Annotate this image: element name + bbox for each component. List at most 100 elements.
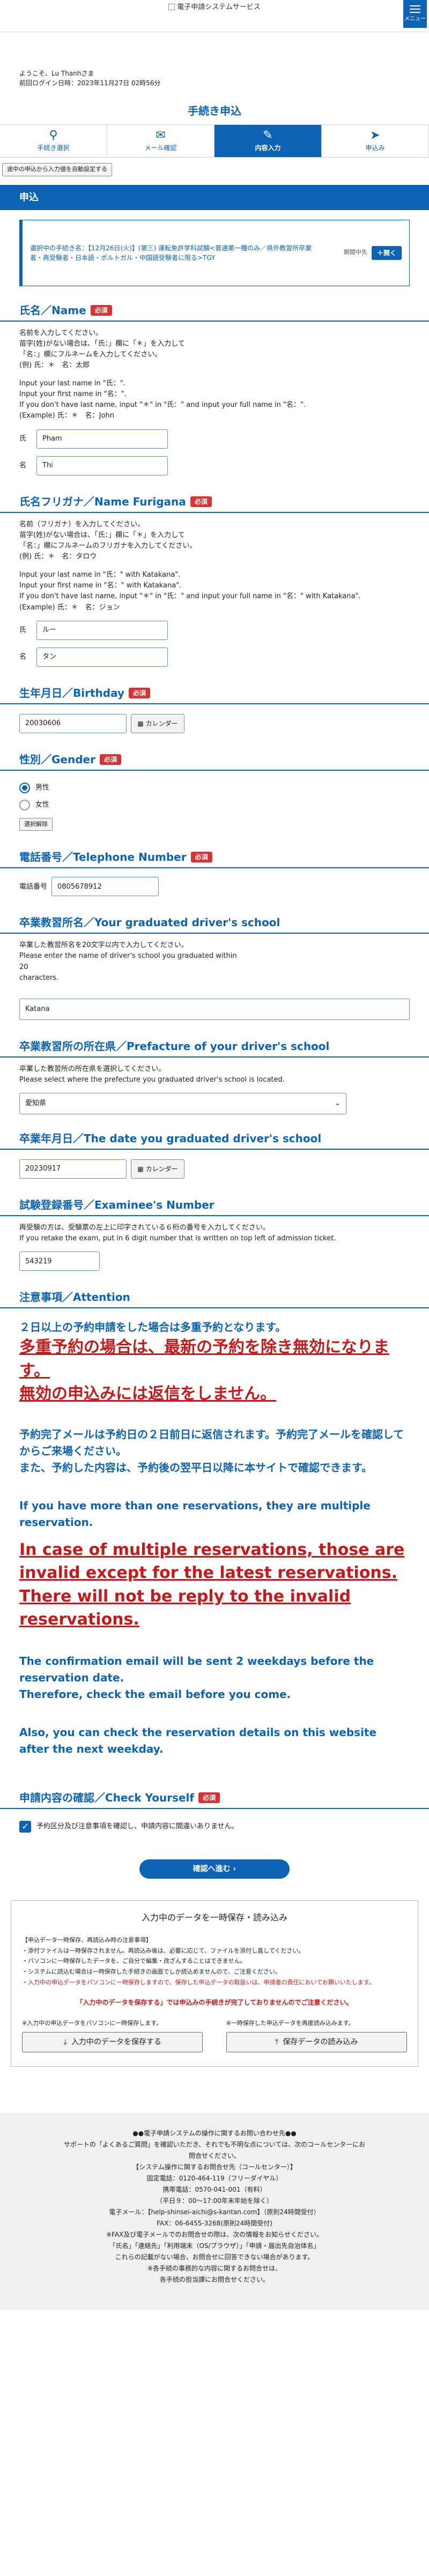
prefecture-field: 卒業教習所の所在県／Prefacture of your driver's sc… xyxy=(0,1038,429,1115)
note-line: ・入力中の申込データをパソコンに一時保存しますので、保存した申込データの取扱いは… xyxy=(22,1979,375,1986)
desc-line: 「名：」欄にフルネームのフリガナを入力してください。 xyxy=(19,541,197,550)
field-description: 再受験の方は、受験票の左上に印字されている６桁の番号を入力してください。 If … xyxy=(19,1223,410,1244)
attention-text: ２日以上の予約申請をした場合は多重予約となります。 xyxy=(19,1321,286,1334)
field-title: 卒業教習所の所在県／Prefacture of your driver's sc… xyxy=(0,1038,429,1058)
desc-line: characters. xyxy=(19,973,59,982)
note-line: 【申込データ一時保存、再読込み時の注意事項】 xyxy=(22,1936,152,1944)
attention-field: 注意事項／Attention xyxy=(0,1289,429,1309)
first-name-input[interactable]: Thi xyxy=(36,456,168,475)
step-label: 手続き選択 xyxy=(37,144,70,152)
note-line: ・パソコンに一時保存したデータを、ご自分で編集・改ざんすることはできません。 xyxy=(22,1957,246,1965)
birthday-calendar-button[interactable]: ▦ カレンダー xyxy=(131,713,184,733)
desc-line: If you retake the exam, put in 6 digit n… xyxy=(19,1234,336,1243)
temp-save-title: 入力中のデータを一時保存・読み込み xyxy=(141,1912,287,1923)
save-data-button[interactable]: ⤓ 入力中のデータを保存する xyxy=(22,2032,203,2053)
note-line: ・システムに読込む場合は一時保存した手続きの画面でしか読込めませんので、ご注意く… xyxy=(22,1968,281,1976)
footer-line: ※各手続の事務的な内容に関するお問合せは、 xyxy=(147,2265,282,2273)
confirm-checkbox[interactable]: ✓ xyxy=(19,1820,31,1833)
pencil-icon: ✎ xyxy=(263,129,273,142)
field-title-text: 性別／Gender xyxy=(19,753,95,766)
last-name-kana-input[interactable]: ルー xyxy=(36,620,168,640)
footer-contact: ●●電子申請システムの操作に関するお問い合わせ先●● サポートの「よくあるご質問… xyxy=(0,2113,429,2311)
attention-text: The confirmation email will be sent 2 we… xyxy=(19,1654,374,1684)
footer-line: これらの記載がない場合、お問合せに回答できない場合があります。 xyxy=(115,2253,314,2261)
attention-warning: There will not be reply to the invalid r… xyxy=(19,1587,351,1629)
desc-line: 卒業した教習所名を20文字以内で入力してください。 xyxy=(19,941,188,950)
menu-button[interactable]: メニュー xyxy=(403,0,427,28)
prefecture-select[interactable]: 愛知県 ⌄ xyxy=(19,1093,346,1115)
school-name-input[interactable]: Katana xyxy=(19,998,410,1020)
period-label: 期間中先 xyxy=(343,249,367,256)
procedure-name: 選択中の手続き名：【12月26日(火)】(第三) 運転免許学科試験<普通第一種の… xyxy=(30,244,312,262)
phone-input[interactable]: 0805678912 xyxy=(51,877,159,897)
field-title-text: 電話番号／Telephone Number xyxy=(19,851,187,864)
search-icon: ⚲ xyxy=(49,129,58,142)
gender-radio-male[interactable] xyxy=(19,782,30,793)
last-name-label: 氏 xyxy=(19,434,27,443)
proceed-to-confirm-button[interactable]: 確認へ進む › xyxy=(139,1859,290,1879)
field-title: 試験登録番号／Examinee's Number xyxy=(0,1197,429,1217)
clear-selection-button[interactable]: 選択解除 xyxy=(19,817,53,831)
temp-save-notes: 【申込データ一時保存、再読込み時の注意事項】 ・添付ファイルは一時保存されません… xyxy=(22,1935,407,1988)
footer-line: 「氏名」「連絡先」「利用端末（OS/ブラウザ）」「申請・届出先自治体名」 xyxy=(109,2242,320,2250)
desc-line: (Example) 氏：＊ 名：ジョン xyxy=(19,603,120,612)
required-badge: 必須 xyxy=(190,496,212,507)
temp-save-warning: 「入力中のデータを保存する」では申込みの手続きが完了しておりませんのでご注意くだ… xyxy=(76,1998,353,2006)
progress-steps: ⚲ 手続き選択 ✉ メール確認 ✎ 内容入力 ➤ 申込み xyxy=(0,124,429,158)
graduation-calendar-button[interactable]: ▦ カレンダー xyxy=(131,1159,184,1179)
desc-line: 名前（フリガナ）を入力してください。 xyxy=(19,520,145,528)
open-button[interactable]: ＋開く xyxy=(371,245,402,260)
autosave-button[interactable]: 途中の申込から入力値を自動設定する xyxy=(2,163,112,176)
chevron-right-icon: › xyxy=(233,1864,236,1873)
step-apply: ➤ 申込み xyxy=(322,125,429,157)
user-info: ようこそ、Lu Thanhさま 前回ログイン日時：2023年11月27日 02時… xyxy=(0,32,429,88)
step-label: 内容入力 xyxy=(255,144,281,152)
apply-section-header: 申込 xyxy=(0,184,429,210)
field-title: 注意事項／Attention xyxy=(0,1289,429,1309)
load-data-button[interactable]: ⤒ 保存データの読み込み xyxy=(226,2032,407,2053)
desc-line: Please enter the name of driver's school… xyxy=(19,952,237,971)
last-name-input[interactable]: Pham xyxy=(36,429,168,449)
required-badge: 必須 xyxy=(198,1792,220,1803)
field-title-text: 卒業年月日／The date you graduated driver's sc… xyxy=(19,1132,322,1145)
attention-warning: In case of multiple reservations, those … xyxy=(19,1540,405,1583)
proceed-label: 確認へ進む xyxy=(193,1864,231,1873)
desc-line: Input your last name in "氏：" with Kataka… xyxy=(19,571,181,579)
graduation-date-input[interactable]: 20230917 xyxy=(19,1159,127,1179)
footer-line: サポートの「よくあるご質問」を確認いただき、それでも不明な点については、次のコー… xyxy=(63,2141,366,2149)
gender-field: 性別／Gender 必須 男性 女性 選択解除 xyxy=(0,751,429,831)
send-icon: ➤ xyxy=(370,129,380,142)
step-input: ✎ 内容入力 xyxy=(214,125,322,157)
field-title: 卒業年月日／The date you graduated driver's sc… xyxy=(0,1130,429,1150)
footer-line: 【システム操作に関するお問合せ先（コールセンター）】 xyxy=(132,2163,297,2171)
selected-procedure-box: 選択中の手続き名：【12月26日(火)】(第三) 運転免許学科試験<普通第一種の… xyxy=(19,219,410,286)
autosave-bar: 途中の申込から入力値を自動設定する xyxy=(0,158,429,182)
phone-field: 電話番号／Telephone Number 必須 電話番号 0805678912 xyxy=(0,849,429,897)
site-logo[interactable]: 電子申請システムサービス xyxy=(0,2,429,13)
confirm-label: 予約区分及び注意事項を確認し、申請内容に間違いありません。 xyxy=(36,1822,239,1831)
gender-radio-female[interactable] xyxy=(19,799,30,810)
attention-text: If you have more than one reservations, … xyxy=(19,1499,371,1529)
field-title: 卒業教習所名／Your graduated driver's school xyxy=(0,914,429,934)
save-caption: ※入力中の申込データをパソコンに一時保存します。 xyxy=(22,2019,162,2027)
field-description: 卒業した教習所名を20文字以内で入力してください。 Please enter t… xyxy=(19,940,245,984)
first-name-kana-label: 名 xyxy=(19,653,27,661)
required-badge: 必須 xyxy=(129,687,151,698)
upload-icon: ⤒ xyxy=(275,2037,279,2046)
desc-line: (例) 氏：＊ 名：タロウ xyxy=(19,553,97,561)
footer-line: 問合せください。 xyxy=(188,2152,240,2160)
footer-line: 各手続の担当課にお問合せください。 xyxy=(159,2276,269,2284)
desc-line: 苗字(姓)がない場合は、「氏：」欄に「＊」を入力して xyxy=(19,531,185,539)
gender-option-label: 男性 xyxy=(35,784,50,792)
birthday-input[interactable]: 20030606 xyxy=(19,713,127,733)
field-title-text: 卒業教習所の所在県／Prefacture of your driver's sc… xyxy=(19,1039,330,1053)
examinee-number-input[interactable]: 543219 xyxy=(19,1252,100,1271)
phone-label: 電話番号 xyxy=(19,882,48,891)
school-field: 卒業教習所名／Your graduated driver's school 卒業… xyxy=(0,914,429,1020)
calendar-label: カレンダー xyxy=(145,719,178,727)
download-icon: ⤓ xyxy=(63,2037,67,2046)
load-data-label: 保存データの読み込み xyxy=(283,2037,358,2046)
first-name-kana-input[interactable]: タン xyxy=(36,647,168,667)
desc-line: Input your last name in "氏：". xyxy=(19,379,125,388)
name-field: 氏名／Name 必須 名前を入力してください。 苗字(姓)がない場合は、「氏：」欄… xyxy=(0,302,429,475)
